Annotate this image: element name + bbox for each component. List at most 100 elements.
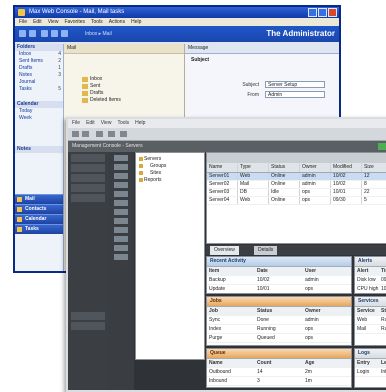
tab-overview[interactable]: Overview — [210, 246, 239, 255]
menu-item-view[interactable]: View — [48, 18, 59, 26]
left-nav-item[interactable] — [71, 312, 105, 320]
menu-item-actions[interactable]: Actions — [109, 18, 125, 26]
menu-item-help[interactable]: Help — [131, 18, 141, 26]
help-icon[interactable] — [120, 131, 127, 137]
panel-row[interactable]: Disk low 09:12 — [355, 276, 386, 285]
panel-row[interactable]: Purge Queued ops — [207, 334, 351, 343]
panel-row[interactable]: Backup 10/02 admin — [207, 276, 351, 285]
menu-item-edit[interactable]: Edit — [86, 119, 95, 128]
panel-cell: User — [305, 268, 317, 274]
panel-row[interactable]: Sync Done admin — [207, 316, 351, 325]
left-nav-item[interactable] — [71, 322, 105, 330]
column-header[interactable]: Status — [269, 163, 300, 172]
panel-cell: 09:12 — [381, 277, 386, 283]
grid-body: Server01 Web Online admin 10/02 12 Server02 Mai… — [207, 173, 386, 205]
table-row[interactable]: Server03 DB Idle ops 10/01 22 — [207, 189, 386, 197]
tool-icon[interactable] — [114, 191, 128, 197]
dashboard-panel: LogsEntry Level Login Info — [354, 348, 386, 388]
print-icon[interactable] — [51, 30, 58, 37]
menu-item-tools[interactable]: Tools — [117, 119, 129, 128]
menu-bar: File Edit View Favorites Tools Actions H… — [15, 18, 339, 26]
left-nav-item[interactable] — [71, 154, 105, 162]
folder-item[interactable]: Drafts — [64, 90, 184, 97]
menu-item-tools[interactable]: Tools — [91, 18, 103, 26]
table-row[interactable]: Server01 Web Online admin 10/02 12 — [207, 173, 386, 181]
panel-row[interactable]: Outbound 14 2m — [207, 368, 351, 377]
left-nav-item[interactable] — [71, 194, 105, 202]
column-header[interactable]: Name — [207, 163, 238, 172]
tool-icon[interactable] — [114, 218, 128, 224]
table-row[interactable]: Server02 Mail Online admin 10/02 8 — [207, 181, 386, 189]
menu-item-file[interactable]: File — [19, 18, 27, 26]
menu-item-help[interactable]: Help — [135, 119, 145, 128]
nav-button-mail[interactable]: Mail — [15, 194, 63, 204]
tab-details[interactable]: Details — [254, 246, 278, 255]
menu-item-view[interactable]: View — [101, 119, 112, 128]
new-icon[interactable] — [41, 30, 48, 37]
panel-row[interactable]: Login Info — [355, 368, 386, 377]
folder-item[interactable]: Inbox — [64, 76, 184, 83]
tool-icon[interactable] — [114, 209, 128, 215]
subject-field[interactable]: Server Setup — [265, 81, 325, 88]
properties-icon[interactable] — [108, 131, 115, 137]
left-nav-item[interactable] — [71, 164, 105, 172]
nav-item[interactable]: Sent Items 2 — [15, 58, 63, 65]
tool-icon[interactable] — [114, 155, 128, 161]
forward-icon[interactable] — [82, 131, 89, 137]
minimize-icon[interactable] — [308, 8, 317, 17]
refresh-icon[interactable] — [96, 131, 103, 137]
panel-row[interactable]: Mail Running — [355, 325, 386, 334]
menu-item-file[interactable]: File — [72, 119, 80, 128]
nav-item[interactable]: Drafts 1 — [15, 65, 63, 72]
menu-item-edit[interactable]: Edit — [33, 18, 42, 26]
tool-icon[interactable] — [114, 173, 128, 179]
column-header[interactable]: Type — [238, 163, 269, 172]
panel-row[interactable]: Update 10/01 ops — [207, 285, 351, 293]
forward-icon[interactable] — [29, 30, 36, 37]
close-icon[interactable] — [328, 8, 337, 17]
tool-icon[interactable] — [114, 227, 128, 233]
find-icon[interactable] — [61, 30, 68, 37]
tree-item[interactable]: Reports — [136, 177, 204, 184]
panel-row[interactable]: Index Running ops — [207, 325, 351, 334]
folder-item[interactable]: Deleted Items — [64, 97, 184, 104]
column-header[interactable]: Owner — [300, 163, 331, 172]
panel-cell: Backup — [209, 277, 226, 283]
panel-row[interactable]: CPU high10:40 — [355, 285, 386, 293]
tool-icon[interactable] — [114, 182, 128, 188]
from-field[interactable]: Admin — [265, 91, 325, 98]
tool-icon[interactable] — [114, 254, 128, 260]
nav-item[interactable]: Tasks 5 — [15, 86, 63, 93]
nav-item[interactable]: Inbox 4 — [15, 51, 63, 58]
back-icon[interactable] — [19, 30, 26, 37]
left-nav-item[interactable] — [71, 174, 105, 182]
nav-button-calendar[interactable]: Calendar — [15, 214, 63, 224]
panel-cell: 3 — [257, 378, 260, 384]
tree-item[interactable]: Sites — [136, 170, 204, 177]
nav-item[interactable]: Week — [15, 115, 63, 122]
folder-item[interactable]: Sent — [64, 83, 184, 90]
column-header[interactable]: Size — [362, 163, 386, 172]
panel-row[interactable]: Web Running — [355, 316, 386, 325]
left-nav-item[interactable] — [71, 184, 105, 192]
maximize-icon[interactable] — [318, 8, 327, 17]
tool-icon[interactable] — [114, 236, 128, 242]
tool-icon[interactable] — [114, 200, 128, 206]
menu-item-favorites[interactable]: Favorites — [64, 18, 85, 26]
table-cell: admin — [300, 181, 331, 188]
nav-item[interactable]: Today — [15, 108, 63, 115]
panel-row[interactable]: Inbound 3 1m — [207, 377, 351, 386]
tree-item[interactable]: Groups — [136, 163, 204, 170]
nav-item[interactable]: Journal — [15, 79, 63, 86]
column-header[interactable]: Modified — [331, 163, 362, 172]
tool-icon[interactable] — [114, 245, 128, 251]
nav-item[interactable]: Notes 3 — [15, 72, 63, 79]
panel-cell: Level — [381, 360, 386, 366]
back-window-titlebar[interactable]: Max Web Console - Mail, Mail tasks — [15, 7, 339, 18]
back-icon[interactable] — [72, 131, 79, 137]
nav-button-tasks[interactable]: Tasks — [15, 224, 63, 234]
tree-item[interactable]: Servers — [136, 156, 204, 163]
table-row[interactable]: Server04 Web Online ops 09/30 5 — [207, 197, 386, 205]
tool-icon[interactable] — [114, 164, 128, 170]
nav-button-contacts[interactable]: Contacts — [15, 204, 63, 214]
